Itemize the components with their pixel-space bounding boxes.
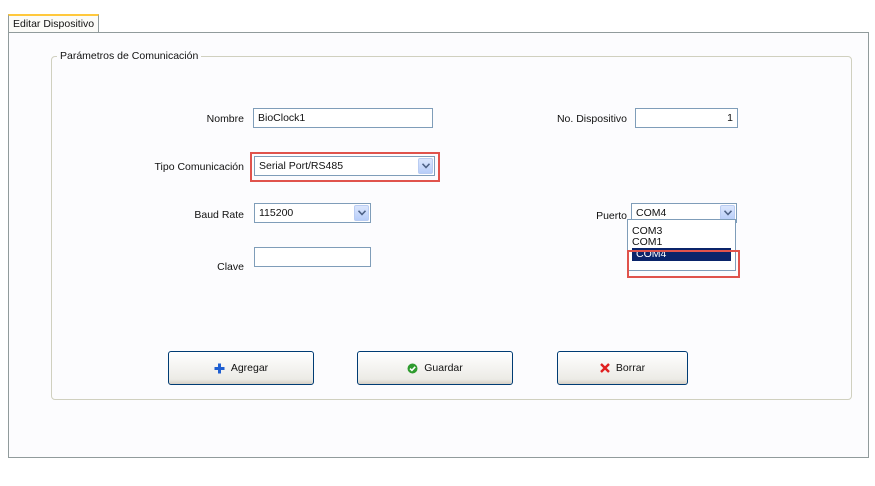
tipo-comunicacion-highlight	[250, 152, 440, 182]
nombre-label: Nombre	[206, 113, 244, 125]
tipo-comunicacion-label: Tipo Comunicación	[154, 161, 245, 173]
groupbox-title: Parámetros de Comunicación	[57, 50, 202, 62]
agregar-label: Agregar	[230, 362, 269, 374]
nombre-field[interactable]: BioClock1	[253, 108, 433, 128]
puerto-option-com1[interactable]: COM1	[628, 237, 735, 248]
borrar-button[interactable]: Borrar	[557, 351, 688, 385]
chevron-down-icon[interactable]	[354, 205, 369, 221]
guardar-button[interactable]: Guardar	[357, 351, 513, 385]
puerto-value: COM4	[636, 207, 667, 219]
tab-editar-dispositivo[interactable]: Editar Dispositivo	[8, 14, 100, 32]
baud-rate-label: Baud Rate	[194, 209, 244, 221]
baud-rate-select[interactable]: 115200	[254, 203, 371, 223]
borrar-label: Borrar	[615, 362, 646, 374]
agregar-button[interactable]: Agregar	[168, 351, 314, 385]
guardar-label: Guardar	[424, 362, 463, 374]
clave-label: Clave	[217, 261, 244, 273]
clave-field[interactable]	[254, 247, 371, 267]
x-icon	[600, 363, 610, 373]
puerto-label: Puerto	[596, 210, 627, 222]
no-dispositivo-label: No. Dispositivo	[556, 113, 627, 125]
check-circle-icon	[407, 363, 418, 374]
puerto-option-highlight	[627, 250, 740, 278]
baud-rate-value: 115200	[259, 207, 294, 219]
no-dispositivo-field[interactable]: 1	[635, 108, 738, 128]
plus-icon	[214, 363, 225, 374]
